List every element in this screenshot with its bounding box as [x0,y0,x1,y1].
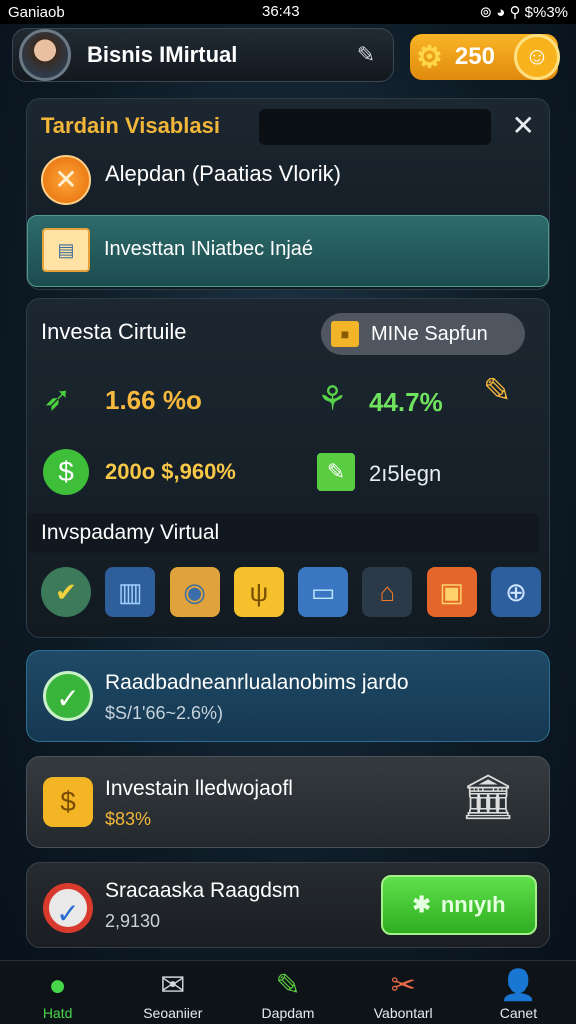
dollar-icon: $ [43,449,89,495]
item-sub: $83% [105,809,152,829]
nav-label: Canet [499,1005,538,1021]
stat-amount: 200o $,960% [105,459,236,484]
item-title: Raadbadneanrlualanobims jardo [105,671,409,694]
monitor-icon[interactable]: ▭ [298,567,349,617]
ball-icon: ✕ [41,155,91,205]
desk-icon[interactable]: ▥ [105,567,156,617]
rocket-icon: ➶ [43,380,72,418]
banner-label: Investtan INiatbec Injaé [104,238,314,260]
factory-icon[interactable]: ⌂ [362,567,413,617]
tool-icon: ✎ [275,969,301,1002]
panel-search[interactable] [259,109,491,145]
clock: 36:43 [262,3,300,20]
stat-label: 2ı5legn [369,461,442,486]
stat-percent-2: 44.7% [369,387,443,417]
item-sub: 2,9130 [105,911,161,931]
bank-icon: 🏛 [460,773,516,822]
safe-icon[interactable]: ◉ [169,567,220,617]
item-title: Investain lledwojaofl [105,777,293,800]
nav-tools[interactable]: ✎ Dapdam [230,961,345,1024]
stat-percent-1: 1.66 %o [105,385,202,415]
item-sub: $S/1'66~2.6%) [105,703,224,723]
nav-label: Seoaniier [143,1005,203,1021]
carrier-label: Ganiaob [8,3,65,21]
gear-icon: ⚙ [416,40,443,74]
sprout-icon: ⚘ [317,380,348,418]
bottom-nav: ● Hatd ✉ Seoaniier ✎ Dapdam ✂ Vabontarl … [0,960,576,1024]
document-icon: ▤ [42,228,90,272]
action-button[interactable]: ✱ nnıyıh [381,875,537,935]
card-icon[interactable]: ψ [233,567,284,617]
nav-label: Hatd [42,1005,73,1021]
nav-label: Vabontarl [373,1005,433,1021]
gear-check-icon[interactable]: ✔ [41,567,91,617]
action-button-label: nnıyıh [440,892,506,917]
shop-icon[interactable]: ▣ [426,567,477,617]
profile-header: Bisnis IMirtual ✎ [12,28,394,82]
home-icon: ● [48,969,67,1002]
invest-panel: Investa Cirtuile ■ MINe Sapfun ➶ 1.66 %o… [26,298,550,638]
status-bar: Ganiaob 36:43 ⊚ ◕ ⚲ $%3% [0,0,576,24]
avatar[interactable] [19,29,71,81]
close-icon[interactable]: ✕ [512,109,535,142]
mail-icon: ✉ [160,969,186,1002]
coin-count: 250 [454,43,495,70]
dollar-coin-icon: $ [43,777,93,827]
coin-balance[interactable]: ⚙ 250 ☺ [410,34,560,80]
gold-bar-icon: ■ [331,321,359,347]
globe-icon[interactable]: ⊕ [490,567,541,617]
item-title: Sracaaska Raagdsm [105,879,300,902]
mine-button-label: MINe Sapfun [371,322,488,345]
mine-button[interactable]: ■ MINe Sapfun [321,313,525,355]
edit-icon[interactable]: ✎ [351,40,381,70]
status-icons: ⊚ ◕ ⚲ $%3% [479,4,568,21]
list-item[interactable]: ✓ Raadbadneanrlualanobims jardo $S/1'66~… [26,650,550,742]
nav-vouchers[interactable]: ✂ Vabontarl [346,961,461,1024]
list-item: ✓ Sracaaska Raagdsm 2,9130 ✱ nnıyıh [26,862,550,948]
invest-title: Investa Cirtuile [41,319,187,344]
ticket-icon: ✂ [390,969,416,1002]
app-title: Bisnis IMirtual [87,42,238,67]
nav-messages[interactable]: ✉ Seoaniier [115,961,230,1024]
list-item[interactable]: $ Investain lledwojaofl $83% 🏛 [26,756,550,848]
section-header: Invspadamy Virtual [27,513,539,553]
check-icon: ✓ [43,671,93,721]
nav-profile[interactable]: 👤 Canet [461,961,576,1024]
nav-home[interactable]: ● Hatd [0,961,115,1024]
invest-banner[interactable]: ▤ Investtan INiatbec Injaé [27,215,549,287]
target-icon: ✓ [43,883,93,933]
panel-title: Tardain Visablasi [41,113,220,138]
pencil-icon[interactable]: ✎ [483,371,512,411]
business-icon-row: ✔ ▥ ◉ ψ ▭ ⌂ ▣ ⊕ [41,567,541,617]
note-icon: ✎ [317,453,355,491]
nav-label: Dapdam [261,1005,315,1021]
sparkle-icon: ✱ [412,892,431,917]
panel-subtitle: Alepdan (Paatias Vlorik) [105,161,342,186]
info-panel: Tardain Visablasi ✕ ✕ Alepdan (Paatias V… [26,98,550,290]
profile-coin-icon: ☺ [514,34,560,80]
user-icon: 👤 [499,969,538,1002]
